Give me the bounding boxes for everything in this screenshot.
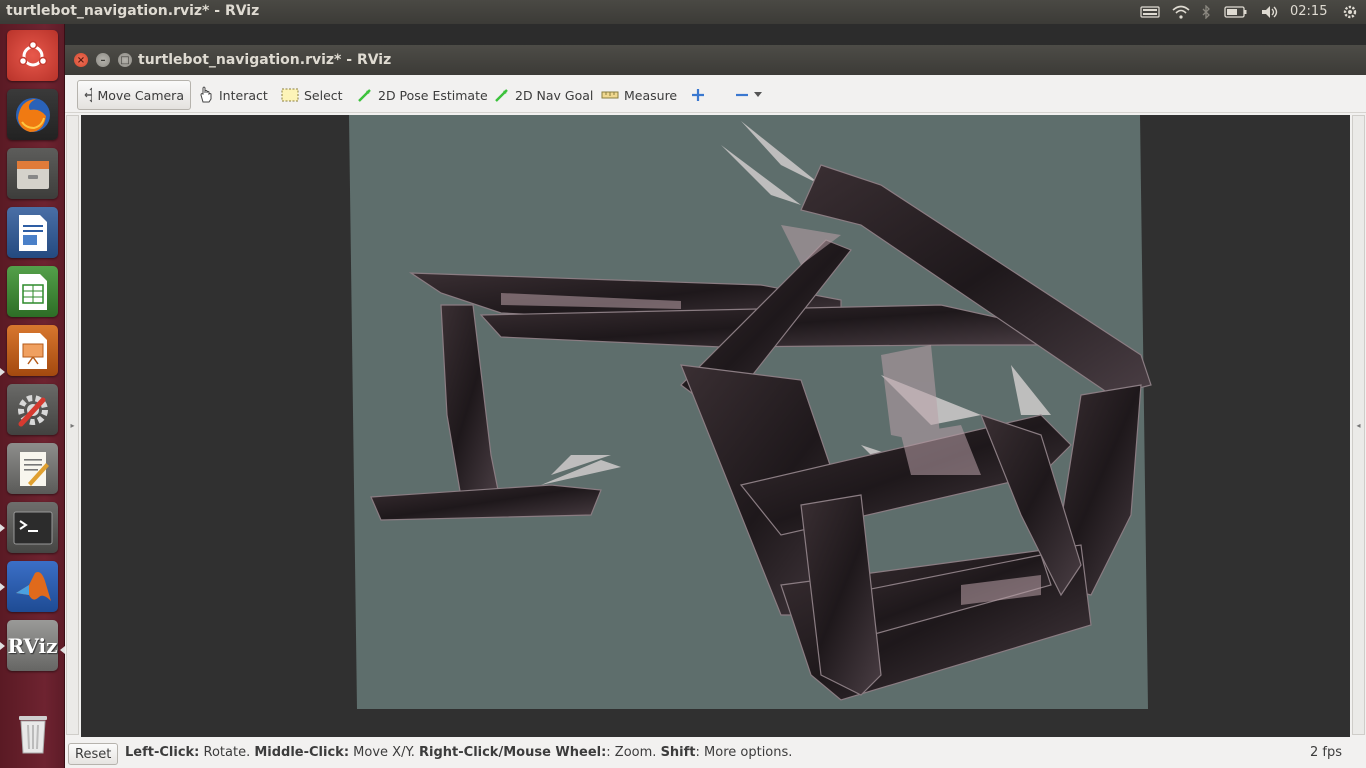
- hint-middle-click-val: Move X/Y.: [349, 745, 420, 760]
- rviz-window: × – □ turtlebot_navigation.rviz* - RViz …: [65, 45, 1366, 768]
- running-indicator: [0, 583, 5, 591]
- reset-button[interactable]: Reset: [68, 743, 119, 765]
- libreoffice-calc-icon[interactable]: [7, 266, 58, 317]
- running-indicator: [0, 642, 5, 650]
- select-rect-icon: [281, 88, 299, 102]
- bluetooth-icon[interactable]: [1198, 0, 1214, 24]
- libreoffice-writer-icon[interactable]: [7, 207, 58, 258]
- system-settings-icon[interactable]: [7, 384, 58, 435]
- tool-toolbar: Move Camera Interact Select 2D Pose Esti…: [65, 75, 1366, 113]
- launcher: RViz: [0, 24, 65, 768]
- hint-left-click-key: Left-Click:: [125, 745, 200, 760]
- mouse-hint-text: Left-Click: Rotate. Middle-Click: Move X…: [125, 745, 792, 760]
- window-titlebar[interactable]: × – □ turtlebot_navigation.rviz* - RViz: [65, 45, 1366, 75]
- hint-right-click-val: : Zoom.: [606, 745, 661, 760]
- move-camera-tool[interactable]: Move Camera: [77, 80, 191, 110]
- matlab-icon[interactable]: [7, 561, 58, 612]
- select-label: Select: [304, 87, 343, 103]
- libreoffice-impress-icon[interactable]: [7, 325, 58, 376]
- plus-icon: [692, 89, 704, 101]
- add-tool-button[interactable]: [685, 80, 711, 110]
- status-bar: Reset Left-Click: Rotate. Middle-Click: …: [65, 741, 1366, 768]
- chevron-down-icon: [754, 92, 762, 97]
- select-tool[interactable]: Select: [275, 80, 349, 110]
- running-indicator: [0, 524, 5, 532]
- terminal-icon[interactable]: [7, 502, 58, 553]
- 2d-pose-estimate-label: 2D Pose Estimate: [378, 87, 488, 103]
- minus-icon: [736, 93, 748, 97]
- rviz-icon-label: RViz: [7, 633, 58, 658]
- rviz-icon[interactable]: RViz: [7, 620, 58, 671]
- trash-icon[interactable]: [7, 708, 58, 759]
- hint-right-click-key: Right-Click/Mouse Wheel:: [419, 745, 607, 760]
- battery-icon[interactable]: [1222, 0, 1250, 24]
- file-manager-icon[interactable]: [7, 148, 58, 199]
- hint-middle-click-key: Middle-Click:: [254, 745, 350, 760]
- running-indicator: [0, 368, 5, 376]
- measure-label: Measure: [624, 87, 678, 103]
- remove-tool-button[interactable]: [729, 80, 768, 110]
- close-button[interactable]: ×: [74, 53, 88, 67]
- ubuntu-dash-icon[interactable]: [7, 30, 58, 81]
- right-panel-collapse-handle[interactable]: ◂: [1352, 115, 1365, 735]
- settings-gear-icon[interactable]: [1340, 0, 1360, 24]
- firefox-icon[interactable]: [7, 89, 58, 140]
- minimize-button[interactable]: –: [96, 53, 110, 67]
- hint-left-click-val: Rotate.: [199, 745, 255, 760]
- maximize-button[interactable]: □: [118, 53, 132, 67]
- volume-icon[interactable]: [1258, 0, 1282, 24]
- hint-shift-val: : More options.: [695, 745, 793, 760]
- 2d-nav-goal-label: 2D Nav Goal: [515, 87, 594, 103]
- measure-tool[interactable]: Measure: [595, 80, 683, 110]
- 2d-pose-estimate-tool[interactable]: 2D Pose Estimate: [351, 80, 494, 110]
- keyboard-icon[interactable]: [1138, 0, 1162, 24]
- text-editor-icon[interactable]: [7, 443, 58, 494]
- interact-tool[interactable]: Interact: [192, 80, 274, 110]
- window-title: turtlebot_navigation.rviz* - RViz: [138, 52, 392, 68]
- viewport-frame: ▸ ◂: [65, 113, 1366, 738]
- interact-label: Interact: [219, 87, 268, 103]
- fps-counter: 2 fps: [1309, 745, 1342, 760]
- top-panel: turtlebot_navigation.rviz* - RViz 02:15: [0, 0, 1366, 24]
- pose-arrow-icon: [358, 89, 371, 102]
- wifi-icon[interactable]: [1170, 0, 1192, 24]
- move-camera-icon: [84, 87, 93, 103]
- 3d-viewport[interactable]: [81, 115, 1350, 737]
- left-panel-collapse-handle[interactable]: ▸: [66, 115, 79, 735]
- ruler-icon: [601, 91, 619, 99]
- move-camera-label: Move Camera: [97, 87, 184, 103]
- hand-icon: [200, 86, 212, 103]
- top-panel-title: turtlebot_navigation.rviz* - RViz: [6, 3, 260, 19]
- occupancy-map-render[interactable]: [81, 115, 1350, 737]
- nav-goal-arrow-icon: [495, 89, 508, 102]
- 2d-nav-goal-tool[interactable]: 2D Nav Goal: [488, 80, 599, 110]
- hint-shift-key: Shift: [660, 745, 696, 760]
- clock[interactable]: 02:15: [1290, 4, 1327, 19]
